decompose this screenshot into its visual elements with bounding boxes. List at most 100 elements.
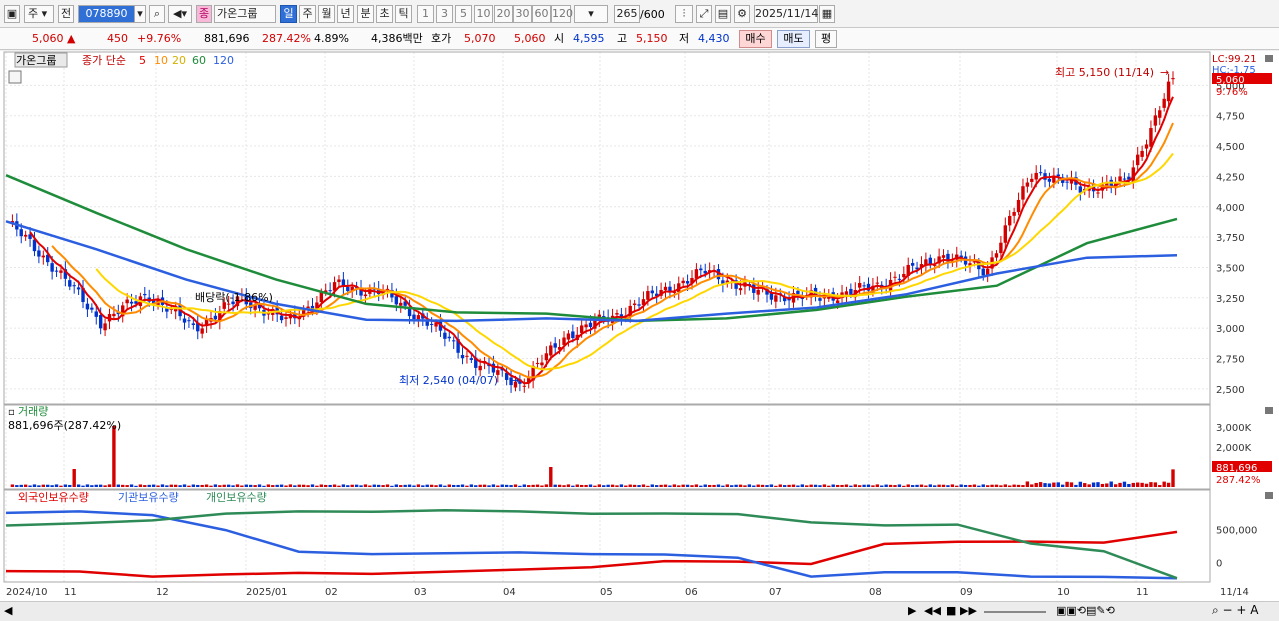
interval-30-button[interactable]: 30 — [513, 5, 532, 23]
period-year-tab[interactable]: 년 — [337, 5, 354, 23]
interval-5-button[interactable]: 5 — [455, 5, 472, 23]
volume-bar — [478, 484, 482, 487]
prev-button[interactable]: 전 — [58, 5, 74, 23]
grid-toggle-icon[interactable] — [8, 70, 22, 84]
volume-bar — [694, 484, 699, 487]
candle-body — [1008, 215, 1012, 226]
scroll-right-icon[interactable]: ▶ — [908, 604, 916, 617]
interval-20-button[interactable]: 20 — [494, 5, 513, 23]
volume-bar — [1025, 481, 1030, 487]
interval-120-button[interactable]: 120 — [551, 5, 573, 23]
interval-10-button[interactable]: 10 — [474, 5, 493, 23]
buy-button[interactable]: 매수 — [739, 30, 772, 48]
volume-bar — [332, 484, 337, 487]
period-month-tab[interactable]: 월 — [318, 5, 335, 23]
volume-bar — [103, 485, 107, 487]
scroll-left-icon[interactable]: ◀ — [4, 604, 12, 617]
volume-bar — [249, 484, 253, 487]
volume-bar — [549, 467, 553, 487]
volume-bar — [1105, 483, 1109, 487]
period-second-tab[interactable]: 초 — [376, 5, 393, 23]
candle-body — [1003, 225, 1008, 243]
calendar-icon[interactable]: ▦ — [819, 5, 835, 23]
holdings-panel-close-icon[interactable] — [1265, 492, 1273, 499]
candle-body — [54, 270, 59, 272]
interval-60-button[interactable]: 60 — [532, 5, 551, 23]
volume-bar — [407, 484, 412, 487]
price-tick-label: 3,250 — [1216, 294, 1245, 305]
volume-ratio: 287.42% — [262, 32, 311, 45]
layout-icon[interactable]: ▣ — [4, 5, 20, 23]
date-input[interactable]: 2025/11/14 — [754, 5, 818, 23]
volume-bar — [41, 484, 46, 487]
volume-bar — [522, 484, 527, 487]
open-price: 4,595 — [573, 32, 605, 45]
volume-bar — [1008, 485, 1012, 487]
low-label: 저 — [679, 32, 690, 45]
period-day-tab[interactable]: 일 — [280, 5, 297, 23]
play-icon[interactable]: ▶▶ — [960, 604, 977, 617]
unit-select[interactable]: ▾ — [574, 5, 608, 23]
institution-holdings-legend: 기관보유수량 — [118, 491, 179, 504]
stock-name-field[interactable]: 가온그룹 — [214, 5, 276, 23]
scroll-bar[interactable]: ◀ ▶ ◀◀ ■ ▶▶ ▣▣⟲▤✎⟲ ⌕ − + A — [0, 601, 1279, 621]
save-icon[interactable]: ▤ — [715, 5, 731, 23]
candle-body — [41, 255, 46, 258]
volume-bar — [866, 484, 871, 487]
period-minute-tab[interactable]: 분 — [357, 5, 374, 23]
volume-bar — [888, 484, 893, 487]
speaker-icon[interactable]: ◀▾ — [168, 5, 192, 23]
bid-price: 5,060 — [514, 32, 546, 45]
chart-area[interactable]: 5,0004,7504,5004,2504,0003,7503,5003,250… — [0, 51, 1279, 601]
market-select[interactable]: 주 ▾ — [24, 5, 54, 23]
volume-bar — [1144, 483, 1149, 487]
volume-panel-close-icon[interactable] — [1265, 407, 1273, 414]
volume-bar — [196, 484, 200, 487]
candle-type-icon[interactable]: ⫶ — [675, 5, 693, 23]
candle-body — [1012, 211, 1016, 216]
volume-bar — [346, 485, 350, 487]
stop-icon[interactable]: ■ — [946, 604, 956, 617]
line-tool-icon[interactable]: ⤢ — [696, 5, 712, 23]
gear-icon[interactable]: ⚙ — [734, 5, 750, 23]
candle-body — [469, 358, 474, 360]
price-panel-close-icon[interactable] — [1265, 55, 1273, 62]
date-tick-label: 07 — [769, 587, 782, 598]
period-week-tab[interactable]: 주 — [299, 5, 316, 23]
period-tick-tab[interactable]: 틱 — [395, 5, 412, 23]
view-tools-icon[interactable]: ▣▣⟲▤✎⟲ — [1056, 604, 1115, 617]
average-button[interactable]: 평 — [815, 30, 837, 48]
volume-bar — [588, 484, 593, 487]
volume-bar — [924, 485, 928, 487]
volume-bar — [1166, 482, 1171, 487]
volume-bar — [46, 484, 50, 487]
search-icon[interactable]: ⌕ — [149, 5, 165, 23]
interval-3-button[interactable]: 3 — [436, 5, 453, 23]
candle-body — [337, 279, 341, 283]
candle-body — [893, 276, 897, 278]
candle-body — [796, 290, 800, 294]
count-input[interactable]: 265 — [614, 5, 640, 23]
high-label: 고 — [617, 32, 628, 45]
volume-bar — [301, 484, 306, 487]
code-input[interactable]: 078890 — [78, 5, 135, 23]
interval-1-button[interactable]: 1 — [417, 5, 434, 23]
candle-body — [443, 332, 447, 339]
volume-bar — [857, 485, 862, 487]
volume-bar — [1091, 482, 1096, 487]
chevron-down-icon[interactable]: ▾ — [134, 5, 146, 23]
volume-bar — [1158, 485, 1162, 487]
candle-body — [615, 313, 619, 315]
volume-bar — [853, 484, 857, 487]
volume-bar — [178, 485, 182, 487]
candle-body — [1144, 144, 1149, 149]
rewind-icon[interactable]: ◀◀ — [924, 604, 941, 617]
volume-title: 거래량 — [18, 405, 48, 418]
zoom-slider[interactable] — [984, 611, 1046, 613]
sell-button[interactable]: 매도 — [777, 30, 810, 48]
volume-bar — [721, 485, 725, 487]
candle-body — [941, 255, 946, 258]
zoom-controls-icon[interactable]: ⌕ − + A — [1212, 603, 1258, 618]
candle-body — [1065, 181, 1069, 183]
candle-body — [129, 301, 134, 304]
